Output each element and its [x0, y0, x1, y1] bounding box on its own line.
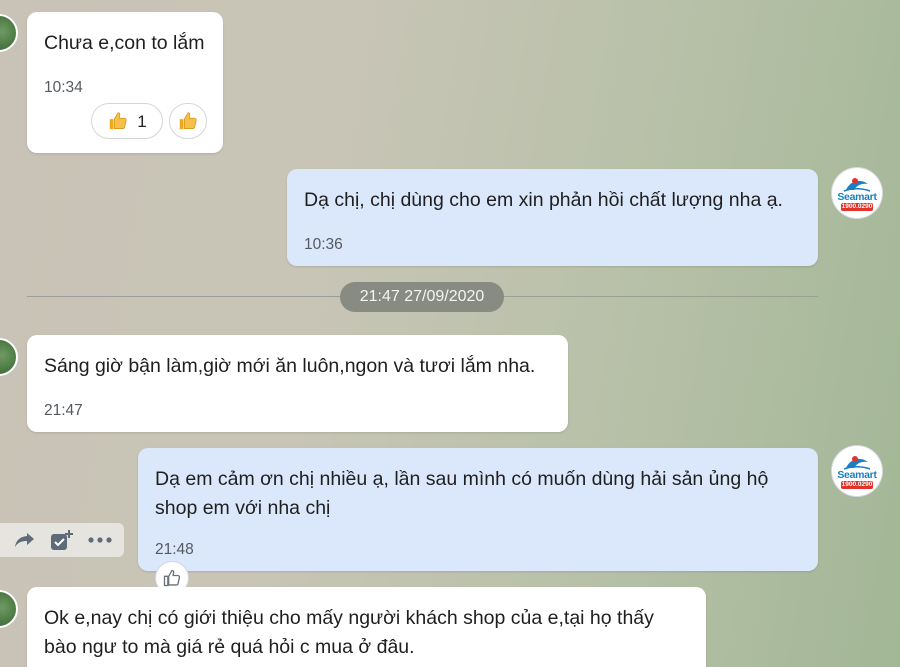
- message-bubble-incoming[interactable]: Ok e,nay chị có giới thiệu cho mấy người…: [27, 587, 706, 667]
- thumbs-up-icon: [179, 112, 197, 130]
- contact-avatar[interactable]: [0, 338, 18, 376]
- message-time: 10:36: [304, 236, 343, 253]
- more-options-button[interactable]: [88, 536, 112, 544]
- message-bubble-outgoing[interactable]: Dạ chị, chị dùng cho em xin phản hồi chấ…: [287, 169, 818, 266]
- share-icon: [15, 533, 34, 547]
- message-time: 21:47: [44, 402, 83, 419]
- message-bubble-outgoing[interactable]: Dạ em cảm ơn chị nhiều ạ, lần sau mình c…: [138, 448, 818, 571]
- message-text: Sáng giờ bận làm,giờ mới ăn luôn,ngon và…: [44, 355, 536, 377]
- shop-avatar[interactable]: Seamart 1900.0290: [832, 446, 882, 496]
- message-text: Dạ em cảm ơn chị nhiều ạ, lần sau mình c…: [155, 468, 769, 519]
- reaction-count-chip[interactable]: 1: [91, 103, 163, 139]
- contact-avatar[interactable]: [0, 590, 18, 628]
- message-text: Ok e,nay chị có giới thiệu cho mấy người…: [44, 607, 654, 658]
- contact-avatar[interactable]: [0, 14, 18, 52]
- task-button[interactable]: [50, 529, 74, 551]
- message-bubble-incoming[interactable]: Sáng giờ bận làm,giờ mới ăn luôn,ngon và…: [27, 335, 568, 432]
- reaction-count: 1: [137, 111, 147, 131]
- shop-avatar-phone: 1900.0290: [841, 203, 873, 211]
- thumbs-up-icon: [110, 112, 127, 130]
- message-bubble-incoming[interactable]: Chưa e,con to lắm 10:34 1: [27, 12, 223, 153]
- thumbs-up-outline-icon: [163, 569, 181, 587]
- message-hover-actions: [0, 523, 124, 557]
- date-separator: 21:47 27/09/2020: [340, 282, 504, 312]
- shop-avatar-name: Seamart: [837, 469, 877, 481]
- message-text: Chưa e,con to lắm: [44, 32, 205, 54]
- message-time: 21:48: [155, 541, 194, 558]
- task-icon: [51, 530, 73, 550]
- shop-avatar[interactable]: Seamart 1900.0290: [832, 168, 882, 218]
- shop-avatar-phone: 1900.0290: [841, 481, 873, 489]
- shop-avatar-name: Seamart: [837, 191, 877, 203]
- share-button[interactable]: [14, 531, 36, 549]
- message-time: 10:34: [44, 79, 83, 96]
- more-icon: [88, 537, 112, 543]
- add-reaction-button[interactable]: [169, 103, 207, 139]
- message-text: Dạ chị, chị dùng cho em xin phản hồi chấ…: [304, 189, 783, 211]
